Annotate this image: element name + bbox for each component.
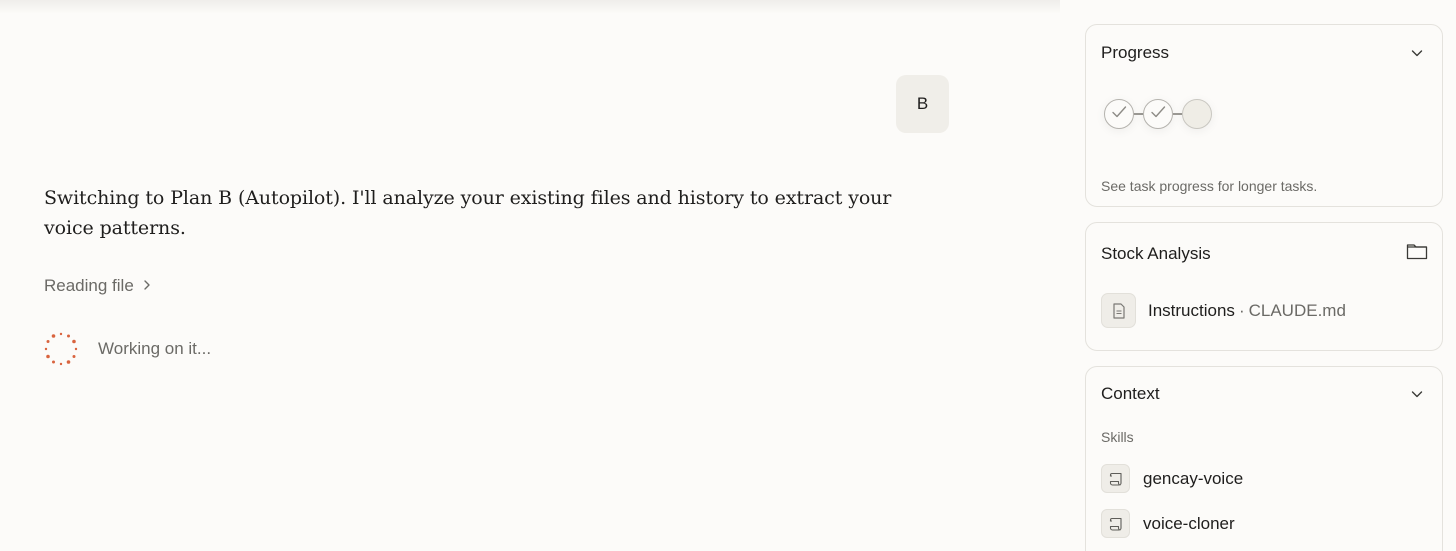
working-status-text: Working on it... [98,339,212,358]
progress-steps [1104,99,1212,129]
chevron-right-icon [142,276,152,296]
skills-section-label: Skills [1101,429,1134,445]
progress-hint: See task progress for longer tasks. [1101,178,1318,194]
chevron-down-icon[interactable] [1406,383,1428,405]
skill-item-voice-cloner[interactable]: voice-cloner [1101,509,1235,538]
document-icon [1101,293,1136,328]
project-panel: Stock Analysis Instructions · CLAUDE.md [1085,222,1443,351]
scroll-icon [1101,464,1130,493]
working-status: Working on it... [43,331,211,367]
instructions-file[interactable]: Instructions · CLAUDE.md [1101,293,1346,328]
tool-call-label: Reading file [44,276,134,295]
context-panel-title: Context [1101,384,1160,403]
step-complete-1 [1104,99,1134,129]
context-panel: Context Skills gencay-voice voice-cloner [1085,366,1443,551]
scroll-fade [0,0,1060,14]
file-separator: · [1238,300,1245,320]
project-panel-title: Stock Analysis [1101,244,1211,263]
scroll-icon [1101,509,1130,538]
step-complete-2 [1143,99,1173,129]
step-pending-3 [1182,99,1212,129]
checkmark-icon [1149,103,1167,126]
skill-item-gencay-voice[interactable]: gencay-voice [1101,464,1243,493]
folder-icon[interactable] [1406,240,1428,262]
step-connector [1173,113,1182,115]
skill-label: voice-cloner [1143,513,1235,533]
tool-call-reading-file[interactable]: Reading file [44,276,152,296]
progress-panel-title: Progress [1101,43,1170,62]
file-path: CLAUDE.md [1248,300,1346,320]
app-window: B Switching to Plan B (Autopilot). I'll … [0,0,1456,551]
user-message-text: B [916,94,929,113]
assistant-message: Switching to Plan B (Autopilot). I'll an… [44,187,892,239]
checkmark-icon [1110,103,1128,126]
loading-spinner-icon [43,331,79,367]
skill-label: gencay-voice [1143,468,1244,488]
step-connector [1134,113,1143,115]
user-message-bubble: B [896,75,949,133]
chevron-down-icon[interactable] [1406,42,1428,64]
progress-panel: Progress See task progress for longer ta… [1085,24,1443,207]
file-name: Instructions [1148,300,1235,320]
